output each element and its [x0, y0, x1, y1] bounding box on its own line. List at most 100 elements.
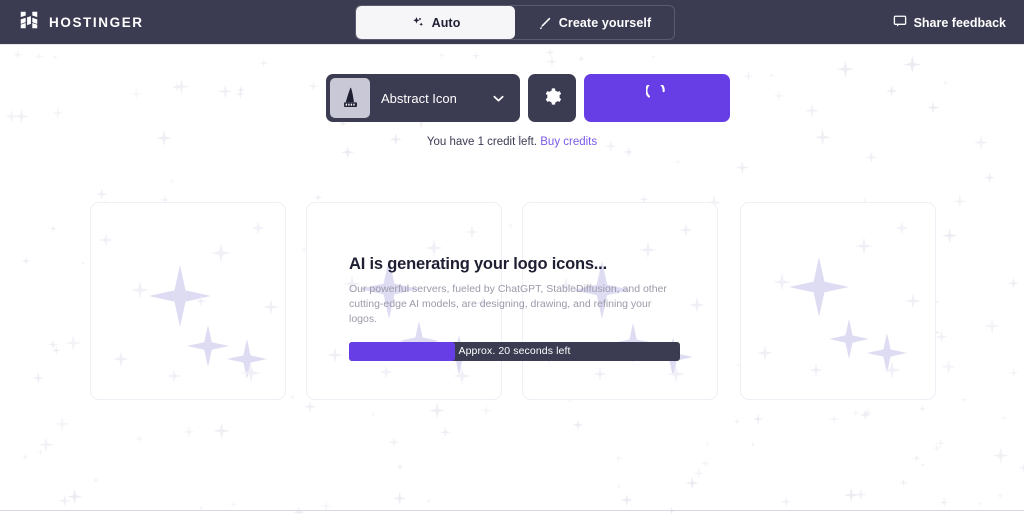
hostinger-h-logo-icon [18, 9, 40, 36]
sparkle-decoration [828, 413, 840, 425]
result-card[interactable] [90, 202, 286, 400]
sparkle-decoration [851, 408, 861, 418]
sparkle-decoration [37, 448, 44, 456]
sparkle-decoration [313, 193, 323, 202]
sparkle-decoration [1001, 414, 1008, 421]
sparkle-decoration [453, 367, 471, 385]
brand-name: HOSTINGER [49, 15, 144, 30]
settings-button[interactable] [528, 74, 576, 122]
sparkle-decoration [4, 109, 19, 124]
sparkle-decoration [437, 51, 446, 60]
magic-wand-icon [538, 16, 552, 30]
tab-create-yourself[interactable]: Create yourself [515, 6, 674, 39]
sparkle-decoration [773, 90, 785, 102]
brand-logo[interactable]: HOSTINGER [18, 0, 144, 45]
sparkle-decoration [396, 462, 404, 471]
sparkle-decoration [471, 51, 481, 61]
wizard-hat-logo-icon [330, 78, 370, 118]
sparkle-decoration [303, 400, 317, 414]
sparkle-decoration [804, 103, 820, 119]
generator-control-bar: Abstract Icon [326, 74, 730, 122]
sparkle-decoration [735, 161, 749, 175]
sparkle-decoration [843, 487, 859, 503]
sparkle-decoration [263, 299, 279, 315]
sparkle-decoration [613, 453, 624, 464]
logo-style-select[interactable]: Abstract Icon [326, 74, 520, 122]
sparkle-decoration [689, 297, 705, 313]
sparkle-decoration [168, 178, 175, 185]
sparkle-decoration [692, 467, 706, 480]
sparkle-decoration [33, 51, 44, 62]
sparkle-decoration [673, 157, 682, 166]
sparkle-decoration [392, 491, 407, 506]
sparkle-decoration [54, 415, 70, 432]
sparkle-decoration [13, 49, 23, 60]
sparkle-decoration [905, 293, 921, 309]
sparkle-decoration [704, 441, 710, 447]
sparkle-decoration [440, 427, 451, 438]
tab-auto-label: Auto [431, 15, 461, 30]
generation-progress-bar: Approx. 20 seconds left [349, 341, 680, 361]
buy-credits-link[interactable]: Buy credits [540, 136, 597, 148]
sparkle-decoration [743, 70, 755, 82]
sparkle-decoration [865, 151, 878, 164]
generating-status-panel: AI is generating your logo icons... Our … [349, 255, 680, 361]
sparkle-decoration [167, 369, 181, 383]
sparkle-decoration [976, 500, 984, 508]
sparkle-decoration [912, 454, 921, 462]
sparkle-decoration [480, 405, 492, 417]
sparkle-decoration [235, 89, 246, 99]
app-header: HOSTINGER Auto Create yourself Share fee… [0, 0, 1024, 45]
sparkle-decoration [66, 489, 83, 505]
sparkle-decoration [213, 422, 231, 440]
sparkle-decoration [13, 108, 30, 124]
sparkle-decoration [211, 243, 231, 263]
sparkle-decoration [545, 47, 556, 58]
sparkle-decoration [52, 107, 64, 119]
sparkle-decoration [752, 413, 764, 425]
sparkle-decoration [885, 85, 898, 97]
sparkle-decoration [750, 441, 756, 448]
sparkle-decoration [130, 88, 142, 100]
mode-tab-group: Auto Create yourself [355, 5, 675, 40]
bottom-divider [0, 510, 1024, 511]
sparkle-decoration [577, 55, 585, 63]
sparkle-decoration [903, 55, 922, 74]
chevron-down-icon [491, 91, 506, 106]
credits-text: You have 1 credit left. [426, 136, 538, 148]
sparkle-decoration [667, 365, 685, 383]
sparkle-decoration [935, 437, 947, 449]
sparkle-decoration [37, 436, 55, 453]
sparkle-decoration [996, 492, 1004, 500]
result-card[interactable] [740, 202, 936, 400]
sparkle-decoration [131, 281, 149, 299]
sparkle-decoration [379, 365, 393, 379]
sparkle-decoration [241, 363, 261, 383]
sparkle-decoration [149, 265, 211, 327]
credits-line: You have 1 credit left. Buy credits [0, 136, 1024, 148]
sparkle-decoration [218, 84, 233, 99]
share-feedback-button[interactable]: Share feedback [893, 0, 1006, 45]
sparkle-decoration [855, 237, 873, 255]
sparkle-decoration [918, 405, 926, 413]
sparkle-decoration [182, 425, 196, 439]
sparkle-decoration [135, 434, 144, 444]
sparkle-decoration [992, 447, 1009, 464]
logo-style-value: Abstract Icon [381, 90, 457, 106]
generate-button[interactable] [584, 74, 730, 122]
loading-spinner-icon [644, 80, 669, 111]
sparkle-decoration [685, 476, 699, 490]
sparkle-decoration [920, 461, 926, 468]
sparkle-decoration [58, 494, 71, 507]
sparkle-decoration [829, 319, 869, 359]
sparkle-decoration [21, 453, 29, 461]
tab-auto[interactable]: Auto [356, 6, 515, 39]
sparkle-decoration [171, 82, 183, 93]
sparkle-decoration [388, 437, 400, 448]
sparkle-decoration [465, 225, 479, 239]
sparkle-decoration [1017, 461, 1024, 474]
sparkle-decoration [614, 482, 623, 491]
sparkle-decoration [650, 54, 656, 60]
sparkle-decoration [859, 408, 872, 421]
chat-bubble-icon [893, 14, 907, 31]
